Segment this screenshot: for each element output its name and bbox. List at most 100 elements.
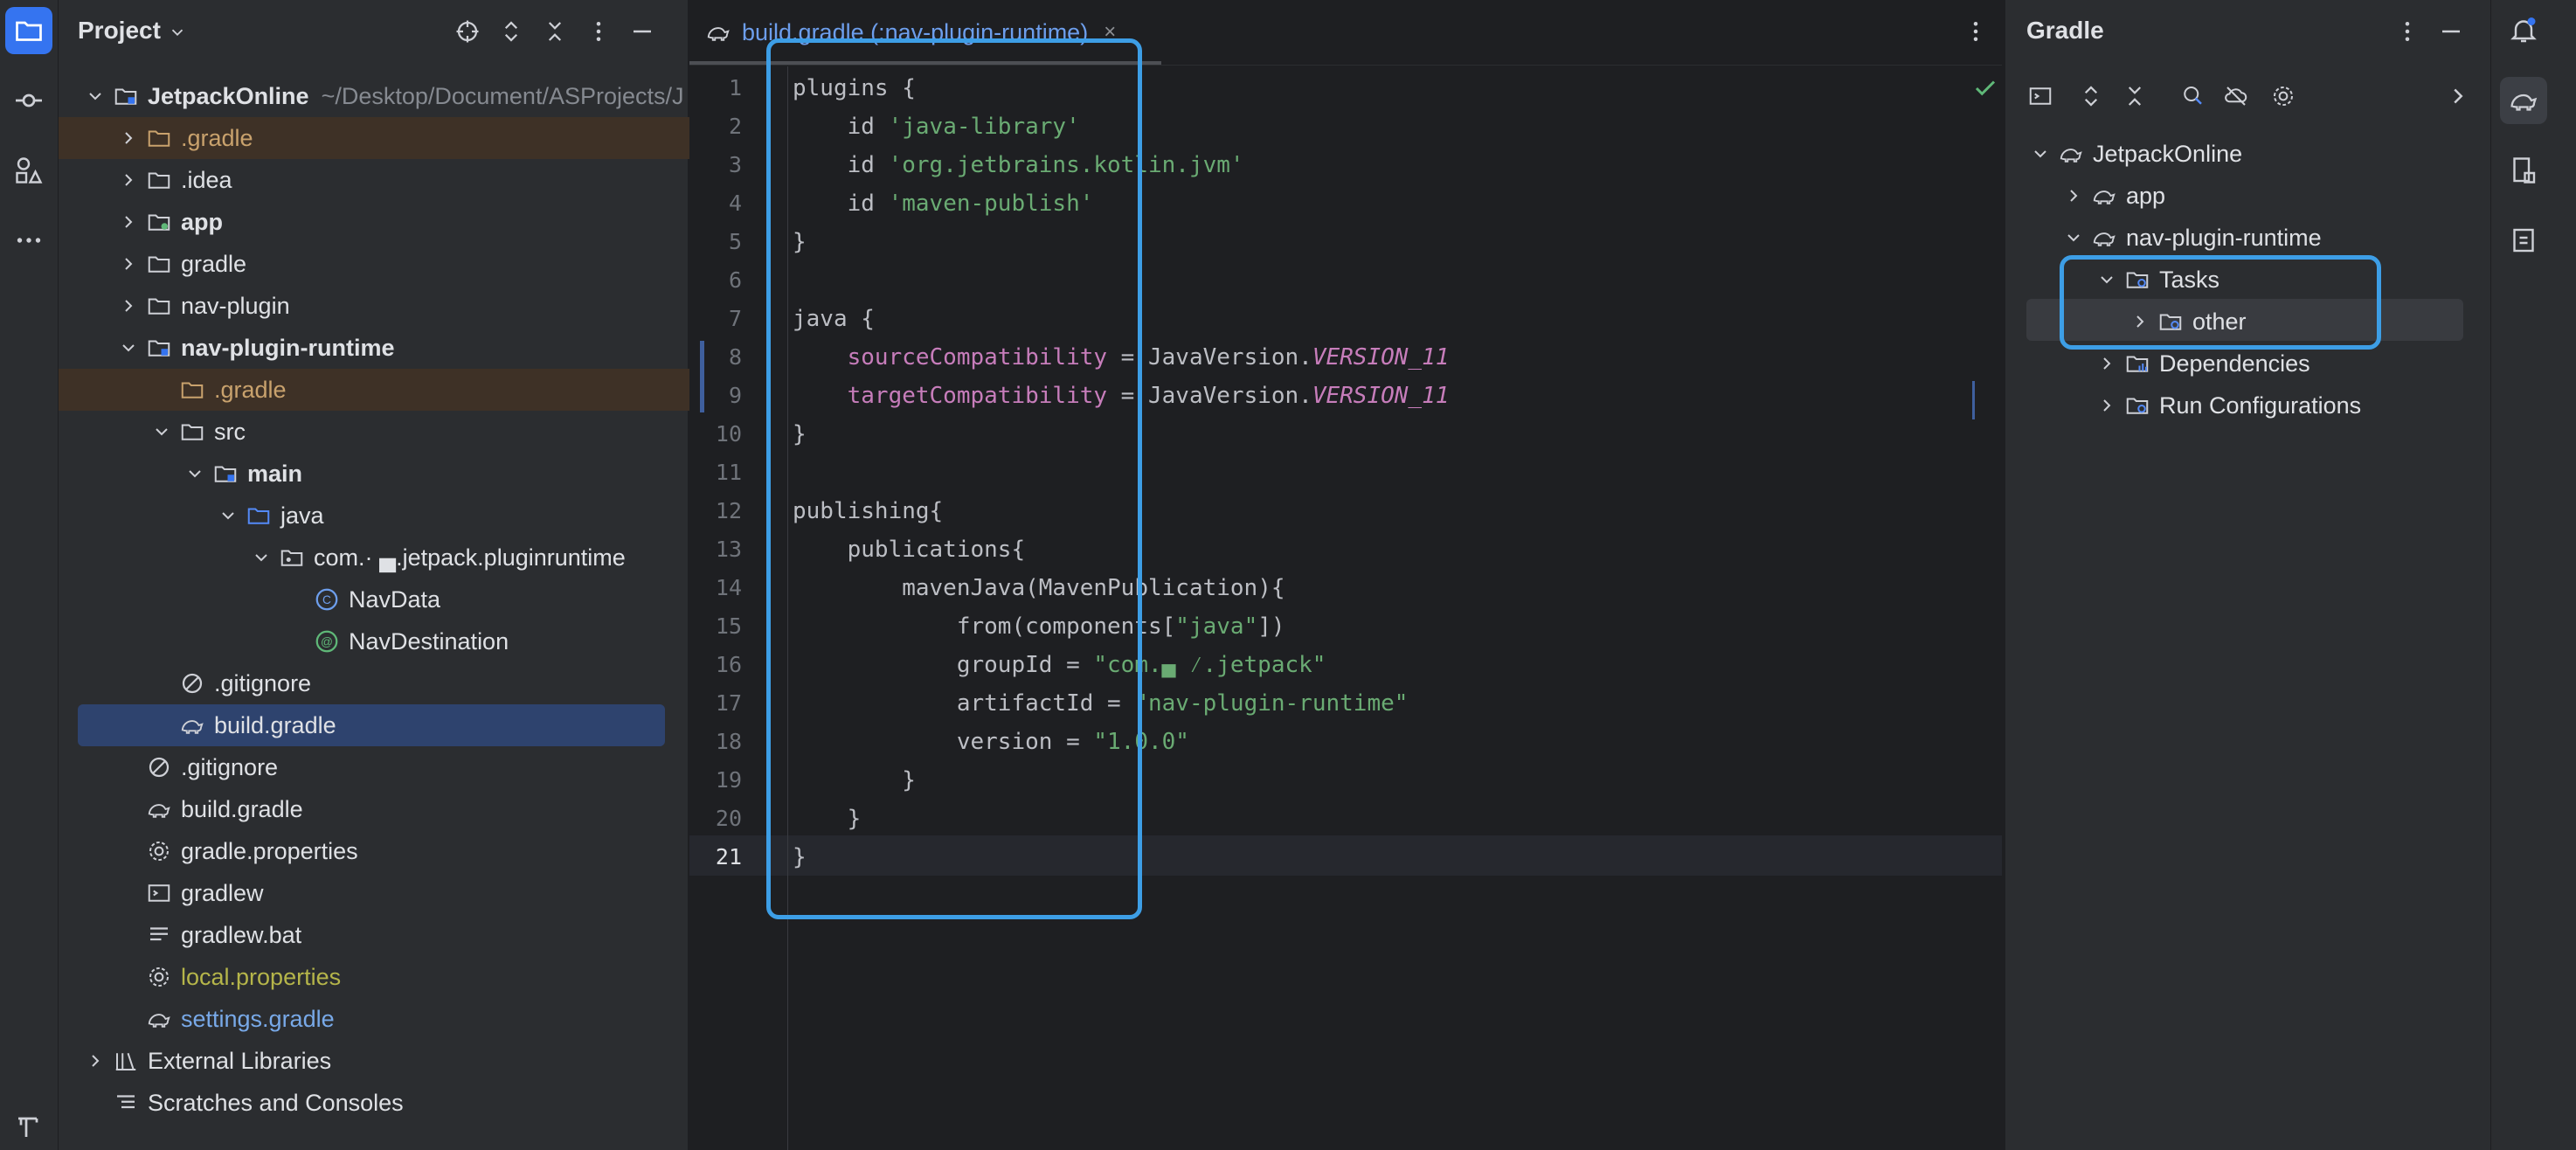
settings-gear-icon [149, 842, 169, 861]
project-tool-button[interactable] [5, 7, 52, 54]
gradle-tree-nav-plugin-runtime[interactable]: nav-plugin-runtime [2063, 217, 2322, 259]
tree-item-src[interactable]: src [59, 411, 780, 453]
tree-item-nav-plugin[interactable]: nav-plugin [59, 285, 747, 327]
line-number: 6 [728, 267, 742, 293]
crosshair-icon [456, 20, 479, 43]
build-tool-button[interactable] [5, 1103, 52, 1150]
tree-item-gradle-dir[interactable]: .gradle [59, 117, 747, 159]
source-root-folder-icon [247, 508, 270, 524]
gradle-tree-label: nav-plugin-runtime [2126, 224, 2322, 251]
chevron-right-icon [125, 258, 133, 270]
tree-item-jetpackonline[interactable]: JetpackOnline ~/Desktop/Document/ASProje… [59, 75, 714, 117]
more-horizontal-icon [17, 238, 41, 243]
gradle-tree-label: Dependencies [2159, 350, 2310, 377]
tree-item-label: NavDestination [349, 627, 509, 655]
module-folder-icon [114, 88, 137, 105]
collapse-icon [548, 22, 562, 41]
gradle-options-button[interactable] [2392, 16, 2423, 47]
gradle-toolbar-more-button[interactable] [2442, 80, 2474, 112]
minimize-icon [634, 30, 651, 33]
tree-item-settings-gradle[interactable]: settings.gradle [59, 998, 775, 1040]
tree-item-label: com.· ▄.jetpack.pluginruntime [314, 544, 626, 571]
more-vertical-icon [596, 22, 601, 41]
tree-item-label: .gitignore [214, 669, 312, 696]
gradle-hide-button[interactable] [2435, 16, 2467, 47]
code-editor[interactable]: build.gradle (:nav-plugin-runtime) × 1 2… [689, 0, 2002, 1150]
tree-item-root-build-gradle[interactable]: build.gradle [59, 788, 775, 830]
tree-item-gradlew[interactable]: gradlew [59, 872, 775, 914]
tree-item-root-gitignore[interactable]: .gitignore [59, 746, 775, 788]
project-panel-header: Project [59, 0, 688, 63]
project-options-button[interactable] [583, 16, 614, 47]
locate-file-button[interactable] [452, 16, 483, 47]
folder-icon [148, 130, 170, 147]
module-folder-icon [148, 340, 170, 357]
tree-item-module-build-gradle[interactable]: build.gradle [78, 704, 665, 746]
tree-item-local-properties[interactable]: local.properties [59, 956, 775, 998]
tree-item-label: External Libraries [148, 1047, 332, 1074]
gradle-elephant-icon [2093, 232, 2116, 246]
tree-item-gradlew-bat[interactable]: gradlew.bat [59, 914, 775, 956]
tree-item-external-libraries[interactable]: External Libraries [59, 1040, 714, 1082]
more-tools-button[interactable] [5, 217, 52, 264]
folder-icon [148, 256, 170, 273]
gradle-collapse-button[interactable] [2119, 80, 2150, 112]
ignore-file-icon [149, 757, 170, 778]
expand-all-button[interactable] [495, 16, 527, 47]
left-tool-window-bar [0, 0, 59, 1150]
more-vertical-icon [2405, 22, 2410, 41]
gradle-tree-run-configurations[interactable]: Run Configurations [2096, 384, 2361, 426]
tree-item-label: NavData [349, 585, 441, 613]
chevron-down-icon [171, 29, 183, 36]
collapse-all-button[interactable] [539, 16, 571, 47]
gradle-elephant-icon [148, 804, 170, 818]
line-number: 2 [728, 114, 742, 139]
chevron-down-icon [2067, 234, 2080, 242]
more-vertical-icon [1973, 22, 1978, 41]
line-number: 8 [728, 344, 742, 370]
tree-item-app[interactable]: app [59, 201, 747, 243]
tree-item-label: nav-plugin [181, 292, 290, 319]
chevron-right-icon [2070, 190, 2078, 202]
gradle-tree-app[interactable]: app [2063, 175, 2165, 217]
line-number: 12 [715, 498, 742, 523]
chevron-down-icon [89, 93, 101, 100]
gradle-settings-button[interactable] [2268, 80, 2299, 112]
project-panel-title[interactable]: Project [78, 17, 187, 45]
execute-task-button[interactable] [2025, 80, 2056, 112]
project-path: ~/Desktop/Document/ASProjects/J [321, 82, 684, 109]
settings-gear-icon [149, 967, 169, 987]
chevron-down-icon [156, 428, 168, 436]
chevron-right-icon [2103, 399, 2111, 412]
tree-item-scratches[interactable]: Scratches and Consoles [59, 1082, 742, 1124]
structure-tool-button[interactable] [5, 147, 52, 194]
line-number: 13 [715, 537, 742, 562]
commit-icon [16, 94, 42, 107]
gradle-elephant-icon [2510, 94, 2538, 111]
shapes-icon [16, 157, 43, 184]
gradle-panel-title: Gradle [2026, 17, 2104, 44]
gradle-expand-button[interactable] [2075, 80, 2107, 112]
scrollbar-marker [1972, 381, 1975, 419]
tree-item-gradle-properties[interactable]: gradle.properties [59, 830, 775, 872]
tree-item-label: Scratches and Consoles [148, 1089, 404, 1116]
hide-panel-button[interactable] [627, 16, 658, 47]
tree-item-label: nav-plugin-runtime [181, 334, 395, 361]
commit-tool-button[interactable] [5, 77, 52, 124]
device-manager-button[interactable] [2500, 147, 2547, 194]
gradle-tool-button[interactable] [2500, 77, 2547, 124]
tree-item-nav-plugin-runtime[interactable]: nav-plugin-runtime [59, 327, 747, 369]
expand-icon [2084, 86, 2098, 107]
emulator-button[interactable] [2500, 217, 2547, 264]
scratches-icon [117, 1095, 135, 1109]
line-number: 1 [728, 75, 742, 100]
notifications-button[interactable] [2500, 7, 2547, 54]
gradle-tree-jetpackonline[interactable]: JetpackOnline [2030, 133, 2242, 175]
tree-item-gradle[interactable]: gradle [59, 243, 747, 285]
analyze-dependencies-button[interactable] [2177, 80, 2208, 112]
ignore-file-icon [182, 673, 203, 694]
toggle-offline-button[interactable] [2220, 80, 2252, 112]
tree-item-label: java [280, 502, 324, 529]
editor-tabs-menu-button[interactable] [1960, 16, 1991, 47]
tree-item-idea[interactable]: .idea [59, 159, 747, 201]
